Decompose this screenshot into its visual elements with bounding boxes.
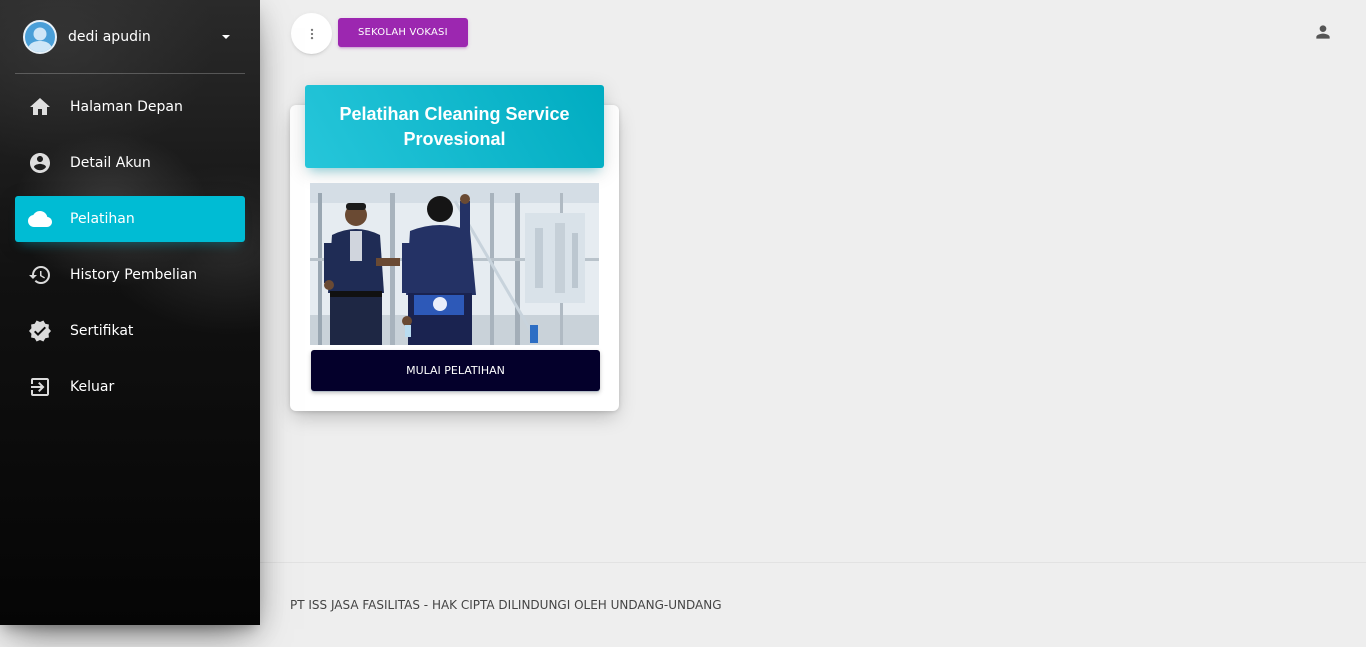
sidebar-item-label: Pelatihan — [70, 211, 135, 227]
account-circle-icon — [28, 151, 52, 175]
caret-down-icon[interactable] — [222, 34, 230, 39]
user-menu[interactable]: dedi apudin — [15, 0, 245, 74]
sidebar-item-sertifikat[interactable]: Sertifikat — [15, 308, 245, 354]
more-vertical-icon — [310, 28, 313, 39]
sidebar: dedi apudin Halaman Depan Detail Akun Pe… — [0, 0, 260, 625]
sidebar-item-label: History Pembelian — [70, 267, 198, 283]
history-icon — [28, 263, 52, 287]
sidebar-item-label: Keluar — [70, 379, 115, 395]
sidebar-item-pelatihan[interactable]: Pelatihan — [15, 196, 245, 242]
verified-badge-icon — [28, 319, 52, 343]
sidebar-item-label: Sertifikat — [70, 323, 134, 339]
sidebar-nav: Halaman Depan Detail Akun Pelatihan Hist… — [15, 84, 245, 420]
exit-icon — [28, 375, 52, 399]
person-icon — [1316, 25, 1330, 39]
footer-copyright: PT ISS JASA FASILITAS - HAK CIPTA DILIND… — [290, 598, 722, 612]
course-card: Pelatihan Cleaning Service Provesional M… — [290, 85, 619, 411]
sidebar-toggle-button[interactable] — [291, 13, 332, 54]
brand-button[interactable]: SEKOLAH VOKASI — [338, 18, 468, 47]
course-title: Pelatihan Cleaning Service Provesional — [339, 103, 570, 149]
cloud-icon — [28, 207, 52, 231]
start-training-button[interactable]: MULAI PELATIHAN — [311, 350, 600, 391]
profile-button[interactable] — [1310, 19, 1336, 45]
sidebar-item-label: Halaman Depan — [70, 99, 183, 115]
sidebar-item-detail-akun[interactable]: Detail Akun — [15, 140, 245, 186]
course-image — [310, 183, 599, 345]
sidebar-item-keluar[interactable]: Keluar — [15, 364, 245, 410]
sidebar-item-halaman-depan[interactable]: Halaman Depan — [15, 84, 245, 130]
footer: PT ISS JASA FASILITAS - HAK CIPTA DILIND… — [260, 562, 1366, 647]
home-icon — [28, 95, 52, 119]
sidebar-item-label: Detail Akun — [70, 155, 151, 171]
user-name: dedi apudin — [68, 28, 151, 45]
avatar — [23, 19, 57, 54]
course-card-header: Pelatihan Cleaning Service Provesional — [305, 85, 604, 168]
sidebar-item-history-pembelian[interactable]: History Pembelian — [15, 252, 245, 298]
